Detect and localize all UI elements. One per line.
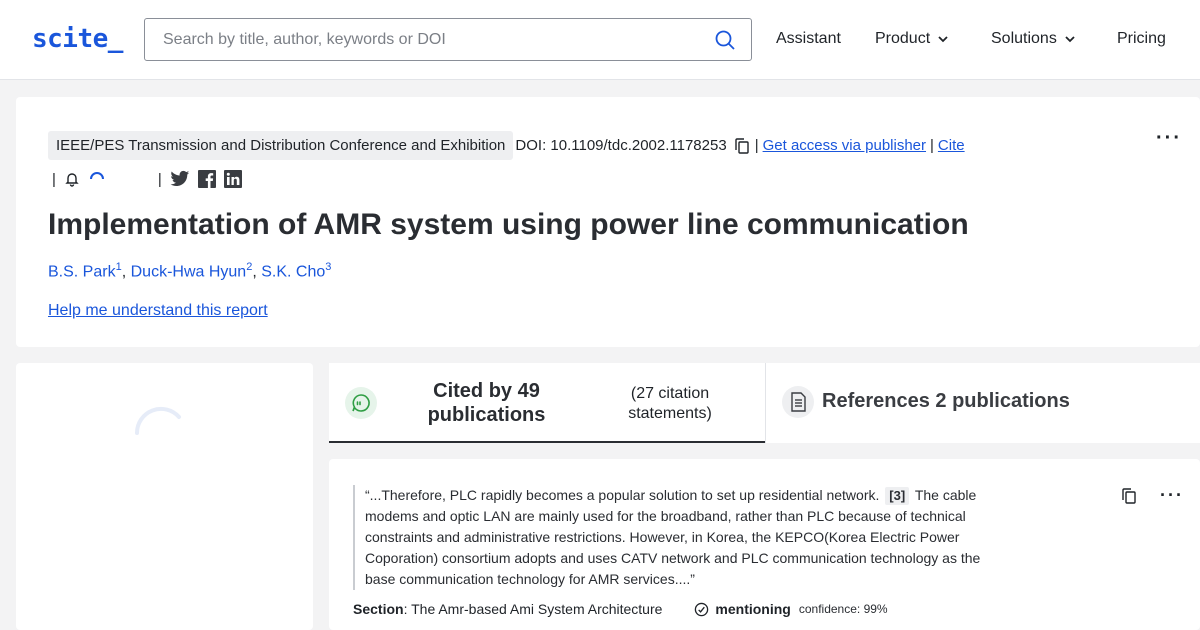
tab-cited-by[interactable]: Cited by 49 publications (27 citation st… — [329, 363, 765, 443]
card-more-button[interactable]: ··· — [1160, 485, 1184, 506]
linkedin-icon[interactable] — [223, 170, 242, 188]
nav-pricing-label: Pricing — [1117, 30, 1166, 47]
card-actions: ··· — [1120, 485, 1184, 506]
check-circle-icon — [695, 602, 709, 616]
nav-pricing[interactable]: Pricing — [1117, 30, 1166, 48]
mentioning-label: mentioning — [715, 601, 791, 617]
paper-card: IEEE/PES Transmission and Distribution C… — [16, 97, 1200, 347]
search-icon[interactable] — [713, 28, 737, 52]
nav-solutions-label: Solutions — [991, 30, 1057, 47]
citation-statement-card: “...Therefore, PLC rapidly becomes a pop… — [329, 459, 1200, 630]
tab-references[interactable]: References 2 publications — [765, 363, 1200, 443]
speech-bubble-icon — [352, 394, 370, 412]
cited-icon-bg — [345, 387, 377, 419]
loading-spinner-icon — [134, 406, 181, 435]
citation-tabs: Cited by 49 publications (27 citation st… — [329, 363, 1200, 443]
loading-spinner-icon — [89, 172, 104, 180]
document-icon — [791, 392, 806, 412]
facebook-icon[interactable] — [197, 170, 216, 188]
citation-statements-count: (27 citation statements) — [628, 385, 712, 422]
nav-assistant[interactable]: Assistant — [776, 30, 841, 48]
author-affiliation-number: 3 — [325, 261, 332, 273]
reference-badge[interactable]: [3] — [885, 487, 910, 505]
mentioning-badge: mentioning — [694, 601, 791, 617]
nav-assistant-label: Assistant — [776, 30, 841, 47]
author-link[interactable]: Duck-Hwa Hyun — [131, 263, 247, 280]
chevron-down-icon — [938, 36, 948, 43]
copy-icon[interactable] — [733, 137, 751, 155]
top-header: scite_ Assistant Product Solutions Prici… — [0, 0, 1200, 80]
nav-solutions[interactable]: Solutions — [991, 30, 1077, 48]
paper-meta-row: IEEE/PES Transmission and Distribution C… — [48, 131, 965, 160]
quote-text-before: “...Therefore, PLC rapidly becomes a pop… — [365, 487, 880, 503]
chevron-down-icon — [1065, 36, 1075, 43]
paper-title: Implementation of AMR system using power… — [48, 208, 969, 241]
citation-section-row: Section : The Amr-based Ami System Archi… — [353, 601, 888, 617]
left-side-panel — [16, 363, 313, 630]
separator: | — [930, 137, 934, 154]
author-link[interactable]: S.K. Cho — [261, 263, 325, 280]
references-icon-bg — [782, 386, 814, 418]
section-label: Section — [353, 601, 404, 617]
confidence-text: confidence: 99% — [798, 602, 888, 616]
twitter-icon[interactable] — [170, 170, 190, 188]
section-value: : The Amr-based Ami System Architecture — [403, 601, 663, 617]
scite-logo[interactable]: scite_ — [32, 24, 123, 54]
venue-chip[interactable]: IEEE/PES Transmission and Distribution C… — [48, 131, 514, 160]
bell-icon[interactable] — [64, 171, 80, 187]
citation-quote: “...Therefore, PLC rapidly becomes a pop… — [353, 485, 993, 590]
copy-icon[interactable] — [1120, 487, 1138, 505]
cited-by-title: Cited by 49 publications — [427, 380, 546, 426]
author-separator: , — [252, 263, 257, 281]
search-box[interactable] — [144, 18, 752, 61]
share-row: | | — [52, 170, 242, 188]
search-input[interactable] — [145, 19, 705, 60]
more-options-button[interactable]: ··· — [1156, 127, 1182, 150]
nav-product[interactable]: Product — [875, 30, 950, 48]
author-separator: , — [121, 263, 127, 281]
separator: | — [754, 137, 759, 154]
separator: | — [52, 170, 56, 188]
get-access-link[interactable]: Get access via publisher — [763, 137, 926, 154]
help-understand-link[interactable]: Help me understand this report — [48, 302, 268, 320]
author-list: B.S. Park1, Duck-Hwa Hyun2, S.K. Cho3 — [48, 261, 331, 281]
references-title: References 2 publications — [822, 390, 1070, 412]
cite-link[interactable]: Cite — [938, 137, 965, 154]
author-link[interactable]: B.S. Park — [48, 263, 116, 280]
separator: | — [157, 170, 162, 188]
doi-text: DOI: 10.1109/tdc.2002.1178253 — [515, 137, 727, 154]
nav-product-label: Product — [875, 30, 931, 47]
